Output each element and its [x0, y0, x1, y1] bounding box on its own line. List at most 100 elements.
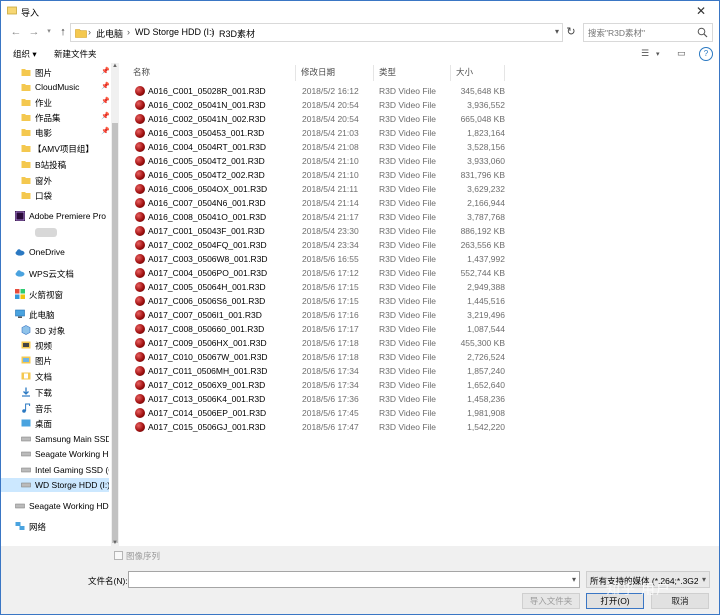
- sidebar-item-portfolio[interactable]: 作品集 📌: [1, 110, 109, 124]
- address-bar[interactable]: › 此电脑 › WD Storge HDD (I:) › R3D素材 ▾: [70, 23, 563, 42]
- file-size: 2,166,944: [467, 198, 505, 208]
- file-row[interactable]: A016_C005_0504T2_001.R3D 2018/5/4 21:10 R3…: [133, 154, 505, 168]
- sidebar-item-window[interactable]: 窗外: [1, 173, 109, 187]
- file-row[interactable]: A017_C012_0506X9_001.R3D 2018/5/6 17:34 R3…: [133, 378, 505, 392]
- search-box[interactable]: [583, 23, 713, 42]
- column-divider[interactable]: [504, 65, 505, 81]
- sidebar-item-samsung-ssd[interactable]: Samsung Main SSD: [1, 432, 109, 446]
- file-row[interactable]: A016_C002_05041N_001.R3D 2018/5/4 20:54 R3…: [133, 98, 505, 112]
- scroll-up-icon[interactable]: ▲: [111, 63, 119, 69]
- pin-icon: 📌: [101, 98, 109, 105]
- preview-pane-icon[interactable]: ▭: [677, 48, 689, 60]
- forward-button[interactable]: →: [27, 25, 41, 39]
- file-row[interactable]: A016_C006_0504OX_001.R3D 2018/5/4 21:11 R3…: [133, 182, 505, 196]
- help-icon[interactable]: ?: [699, 47, 713, 61]
- column-header-name[interactable]: 名称: [133, 66, 150, 80]
- sidebar-item-desktop[interactable]: 桌面: [1, 416, 109, 430]
- sidebar-item-wps-cloud[interactable]: WPS云文档: [1, 266, 109, 280]
- sidebar-item-seagate-working[interactable]: Seagate Working HI: [1, 447, 109, 461]
- image-sequence-checkbox[interactable]: [114, 551, 123, 560]
- recent-locations-button[interactable]: ▾: [42, 25, 56, 39]
- refresh-button[interactable]: ↻: [564, 25, 578, 39]
- sidebar-item-rocket-dock[interactable]: 火箭视窗: [1, 287, 109, 301]
- address-dropdown-icon[interactable]: ▾: [555, 27, 559, 36]
- sidebar-item-bilibili[interactable]: B站投稿: [1, 157, 109, 171]
- chevron-down-icon[interactable]: ▾: [572, 575, 576, 584]
- sidebar-item-this-pc[interactable]: 此电脑: [1, 307, 109, 321]
- back-button[interactable]: ←: [9, 25, 23, 39]
- sidebar-item-cloudmusic[interactable]: CloudMusic 📌: [1, 80, 109, 94]
- sidebar-item-3d-objects[interactable]: 3D 对象: [1, 323, 109, 337]
- sidebar-item-downloads[interactable]: 下载: [1, 385, 109, 399]
- breadcrumb-this-pc[interactable]: 此电脑: [96, 27, 123, 40]
- file-size: 3,787,768: [467, 212, 505, 222]
- file-type: R3D Video File: [379, 86, 437, 96]
- r3d-file-icon: [135, 212, 145, 222]
- premiere-pro-icon: [15, 211, 25, 221]
- sidebar-item-pocket[interactable]: 口袋: [1, 188, 109, 202]
- file-row[interactable]: A017_C005_05064H_001.R3D 2018/5/6 17:15 R3…: [133, 280, 505, 294]
- view-options-icon[interactable]: ☰: [641, 48, 653, 60]
- file-size: 1,542,220: [467, 422, 505, 432]
- file-row[interactable]: A017_C008_050660_001.R3D 2018/5/6 17:17 R3…: [133, 322, 505, 336]
- file-row[interactable]: A017_C004_0506PO_001.R3D 2018/5/6 17:12 R3…: [133, 266, 505, 280]
- scrollbar-thumb[interactable]: [112, 123, 118, 543]
- sidebar-item-wd-storge[interactable]: WD Storge HDD (I:): [1, 478, 109, 492]
- up-button[interactable]: ↑: [56, 25, 70, 39]
- sidebar-item-pictures[interactable]: 图片: [1, 353, 109, 367]
- file-row[interactable]: A017_C010_05067W_001.R3D 2018/5/6 17:18 R3…: [133, 350, 505, 364]
- file-row[interactable]: A017_C009_0506HX_001.R3D 2018/5/6 17:18 R3…: [133, 336, 505, 350]
- sidebar-item-network[interactable]: 网络: [1, 519, 109, 533]
- file-row[interactable]: A016_C002_05041N_002.R3D 2018/5/4 20:54 R3…: [133, 112, 505, 126]
- sidebar-item-pictures-pinned[interactable]: 图片 📌: [1, 65, 109, 79]
- sidebar-item-movies[interactable]: 电影 📌: [1, 125, 109, 139]
- navigation-pane: 图片 📌 CloudMusic 📌 作业 📌 作品集 📌 电影 📌 【AMV项目…: [1, 63, 119, 546]
- file-row[interactable]: A017_C006_0506S6_001.R3D 2018/5/6 17:15 R3…: [133, 294, 505, 308]
- file-row[interactable]: A016_C003_050453_001.R3D 2018/5/4 21:03 R3…: [133, 126, 505, 140]
- column-divider[interactable]: [450, 65, 451, 81]
- column-header-date[interactable]: 修改日期: [301, 66, 335, 80]
- sidebar-item-amv-project[interactable]: 【AMV项目组】: [1, 141, 109, 155]
- column-divider[interactable]: [295, 65, 296, 81]
- file-row[interactable]: A017_C013_0506K4_001.R3D 2018/5/6 17:36 R3…: [133, 392, 505, 406]
- file-name: A017_C004_0506PO_001.R3D: [148, 268, 268, 278]
- new-folder-button[interactable]: 新建文件夹: [54, 48, 97, 60]
- column-header-size[interactable]: 大小: [456, 66, 473, 80]
- file-row[interactable]: A017_C001_05043F_001.R3D 2018/5/4 23:30 R3…: [133, 224, 505, 238]
- file-row[interactable]: A016_C008_05041O_001.R3D 2018/5/4 21:17 R3…: [133, 210, 505, 224]
- column-divider[interactable]: [373, 65, 374, 81]
- file-row[interactable]: A016_C007_0504N6_001.R3D 2018/5/4 21:14 R3…: [133, 196, 505, 210]
- documents-folder-icon: [21, 372, 31, 380]
- file-row[interactable]: A017_C002_0504FQ_001.R3D 2018/5/4 23:34 R3…: [133, 238, 505, 252]
- sidebar-item-homework[interactable]: 作业 📌: [1, 95, 109, 109]
- file-name: A017_C007_0506I1_001.R3D: [148, 310, 262, 320]
- sidebar-item-onedrive[interactable]: OneDrive: [1, 245, 109, 259]
- sidebar-item-music[interactable]: 音乐: [1, 401, 109, 415]
- file-row[interactable]: A017_C015_0506GJ_001.R3D 2018/5/6 17:47 R3…: [133, 420, 505, 434]
- sidebar-item-premiere[interactable]: Adobe Premiere Pro: [1, 209, 109, 223]
- view-dropdown-icon[interactable]: ▾: [656, 50, 668, 62]
- file-row[interactable]: A017_C003_0506W8_001.R3D 2018/5/6 16:55 R3…: [133, 252, 505, 266]
- file-row[interactable]: A016_C001_05028R_001.R3D 2018/5/2 16:12 R3…: [133, 84, 505, 98]
- filename-field[interactable]: ▾: [128, 571, 580, 588]
- import-folder-button[interactable]: 导入文件夹: [522, 593, 580, 609]
- file-date: 2018/5/6 17:34: [302, 366, 359, 376]
- file-row[interactable]: A017_C007_0506I1_001.R3D 2018/5/6 17:16 R3…: [133, 308, 505, 322]
- search-input[interactable]: [588, 27, 693, 39]
- file-row[interactable]: A017_C011_0506MH_001.R3D 2018/5/6 17:34 R3…: [133, 364, 505, 378]
- sidebar-item-seagate-hd[interactable]: Seagate Working HD: [1, 499, 109, 513]
- sidebar-item-intel-ssd[interactable]: Intel Gaming SSD (G: [1, 463, 109, 477]
- file-row[interactable]: A016_C005_0504T2_002.R3D 2018/5/4 21:10 R3…: [133, 168, 505, 182]
- sidebar-scrollbar[interactable]: ▲ ▼: [111, 63, 119, 546]
- close-button[interactable]: ✕: [687, 2, 715, 20]
- file-row[interactable]: A017_C014_0506EP_001.R3D 2018/5/6 17:45 R3…: [133, 406, 505, 420]
- sidebar-item-videos[interactable]: 视频: [1, 338, 109, 352]
- breadcrumb-folder[interactable]: R3D素材: [219, 27, 255, 40]
- breadcrumb-drive[interactable]: WD Storge HDD (I:): [135, 27, 215, 37]
- file-row[interactable]: A016_C004_0504RT_001.R3D 2018/5/4 21:08 R3…: [133, 140, 505, 154]
- column-header-type[interactable]: 类型: [379, 66, 396, 80]
- file-size: 831,796 KB: [460, 170, 505, 180]
- sidebar-item-documents[interactable]: 文档: [1, 369, 109, 383]
- organize-button[interactable]: 组织 ▾: [13, 48, 37, 60]
- folder-icon: [21, 84, 31, 91]
